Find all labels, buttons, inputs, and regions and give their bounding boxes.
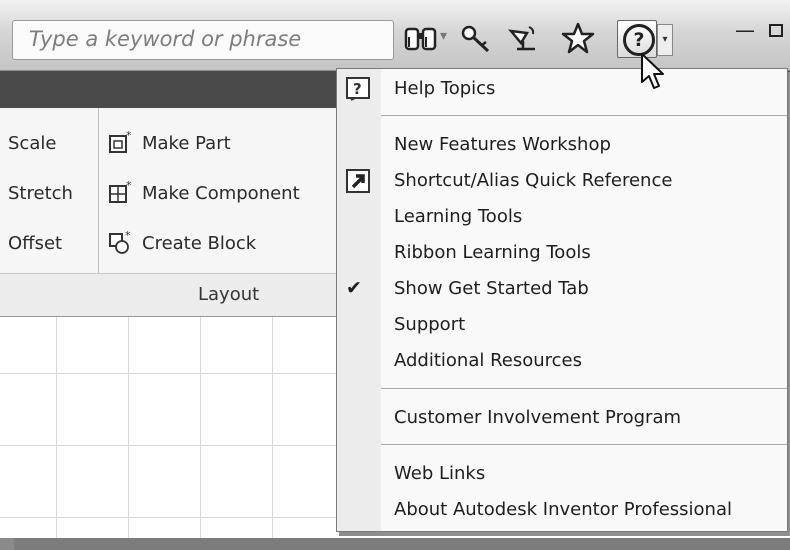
help-dropdown-menu: ? Help Topics New Features Workshop Shor… bbox=[336, 68, 788, 532]
menu-item-label: Customer Involvement Program bbox=[394, 407, 682, 428]
grid-line bbox=[272, 317, 273, 538]
make-part-icon: * bbox=[109, 130, 132, 153]
minimize-icon[interactable]: — bbox=[735, 18, 755, 42]
svg-text:?: ? bbox=[353, 80, 362, 98]
maximize-icon[interactable] bbox=[768, 19, 784, 43]
menu-item-new-features-workshop[interactable]: New Features Workshop bbox=[337, 130, 787, 162]
stretch-button[interactable]: Stretch bbox=[8, 183, 73, 204]
grid-line bbox=[56, 317, 57, 538]
svg-text:*: * bbox=[126, 180, 132, 192]
menu-separator bbox=[381, 115, 787, 116]
help-topics-icon: ? bbox=[346, 77, 370, 101]
mouse-cursor-icon bbox=[641, 53, 664, 89]
menu-item-label: Show Get Started Tab bbox=[394, 278, 589, 299]
grid-line bbox=[128, 317, 129, 538]
menu-item-label: Learning Tools bbox=[394, 206, 523, 227]
binoculars-icon[interactable] bbox=[403, 22, 439, 54]
menu-item-support[interactable]: Support bbox=[337, 310, 787, 342]
menu-item-additional-resources[interactable]: Additional Resources bbox=[337, 346, 787, 378]
satellite-icon[interactable] bbox=[505, 22, 541, 54]
key-icon[interactable] bbox=[458, 22, 494, 54]
make-component-icon: * bbox=[109, 180, 132, 203]
menu-item-label: Shortcut/Alias Quick Reference bbox=[394, 170, 673, 191]
menu-separator bbox=[381, 388, 787, 389]
menu-item-ribbon-learning-tools[interactable]: Ribbon Learning Tools bbox=[337, 238, 787, 270]
checkmark-icon: ✔ bbox=[346, 277, 362, 299]
title-bar: ▾ ? ▾ — bbox=[0, 0, 790, 71]
menu-item-label: Ribbon Learning Tools bbox=[394, 242, 591, 263]
menu-item-about[interactable]: About Autodesk Inventor Professional bbox=[337, 495, 787, 527]
menu-item-label: About Autodesk Inventor Professional bbox=[394, 499, 732, 520]
search-input[interactable] bbox=[13, 21, 389, 57]
menu-item-customer-involvement[interactable]: Customer Involvement Program bbox=[337, 403, 787, 435]
menu-item-show-get-started-tab[interactable]: ✔ Show Get Started Tab bbox=[337, 274, 787, 306]
search-box[interactable] bbox=[12, 20, 394, 60]
menu-item-shortcut-reference[interactable]: Shortcut/Alias Quick Reference bbox=[337, 166, 787, 198]
make-part-label: Make Part bbox=[142, 133, 231, 154]
layout-panel-title[interactable]: Layout bbox=[198, 284, 259, 305]
grid-line bbox=[200, 317, 201, 538]
menu-item-label: Web Links bbox=[394, 463, 486, 484]
svg-text:*: * bbox=[125, 230, 131, 242]
scale-button[interactable]: Scale bbox=[8, 133, 56, 154]
window-shadow bbox=[14, 538, 790, 550]
create-block-icon: * bbox=[109, 230, 131, 254]
offset-button[interactable]: Offset bbox=[8, 233, 62, 254]
make-component-label: Make Component bbox=[142, 183, 300, 204]
shortcut-arrow-icon bbox=[346, 169, 370, 193]
menu-item-web-links[interactable]: Web Links bbox=[337, 459, 787, 491]
menu-item-label: New Features Workshop bbox=[394, 134, 611, 155]
create-block-label: Create Block bbox=[142, 233, 257, 254]
binoculars-dropdown-icon[interactable]: ▾ bbox=[440, 28, 447, 44]
menu-separator bbox=[381, 444, 787, 445]
menu-item-label: Additional Resources bbox=[394, 350, 583, 371]
menu-item-help-topics[interactable]: ? Help Topics bbox=[337, 74, 787, 106]
menu-item-label: Support bbox=[394, 314, 466, 335]
menu-item-learning-tools[interactable]: Learning Tools bbox=[337, 202, 787, 234]
application-window: ▾ ? ▾ — bbox=[0, 0, 790, 538]
svg-text:*: * bbox=[126, 130, 132, 142]
star-icon[interactable] bbox=[560, 22, 596, 54]
menu-item-label: Help Topics bbox=[394, 78, 496, 99]
